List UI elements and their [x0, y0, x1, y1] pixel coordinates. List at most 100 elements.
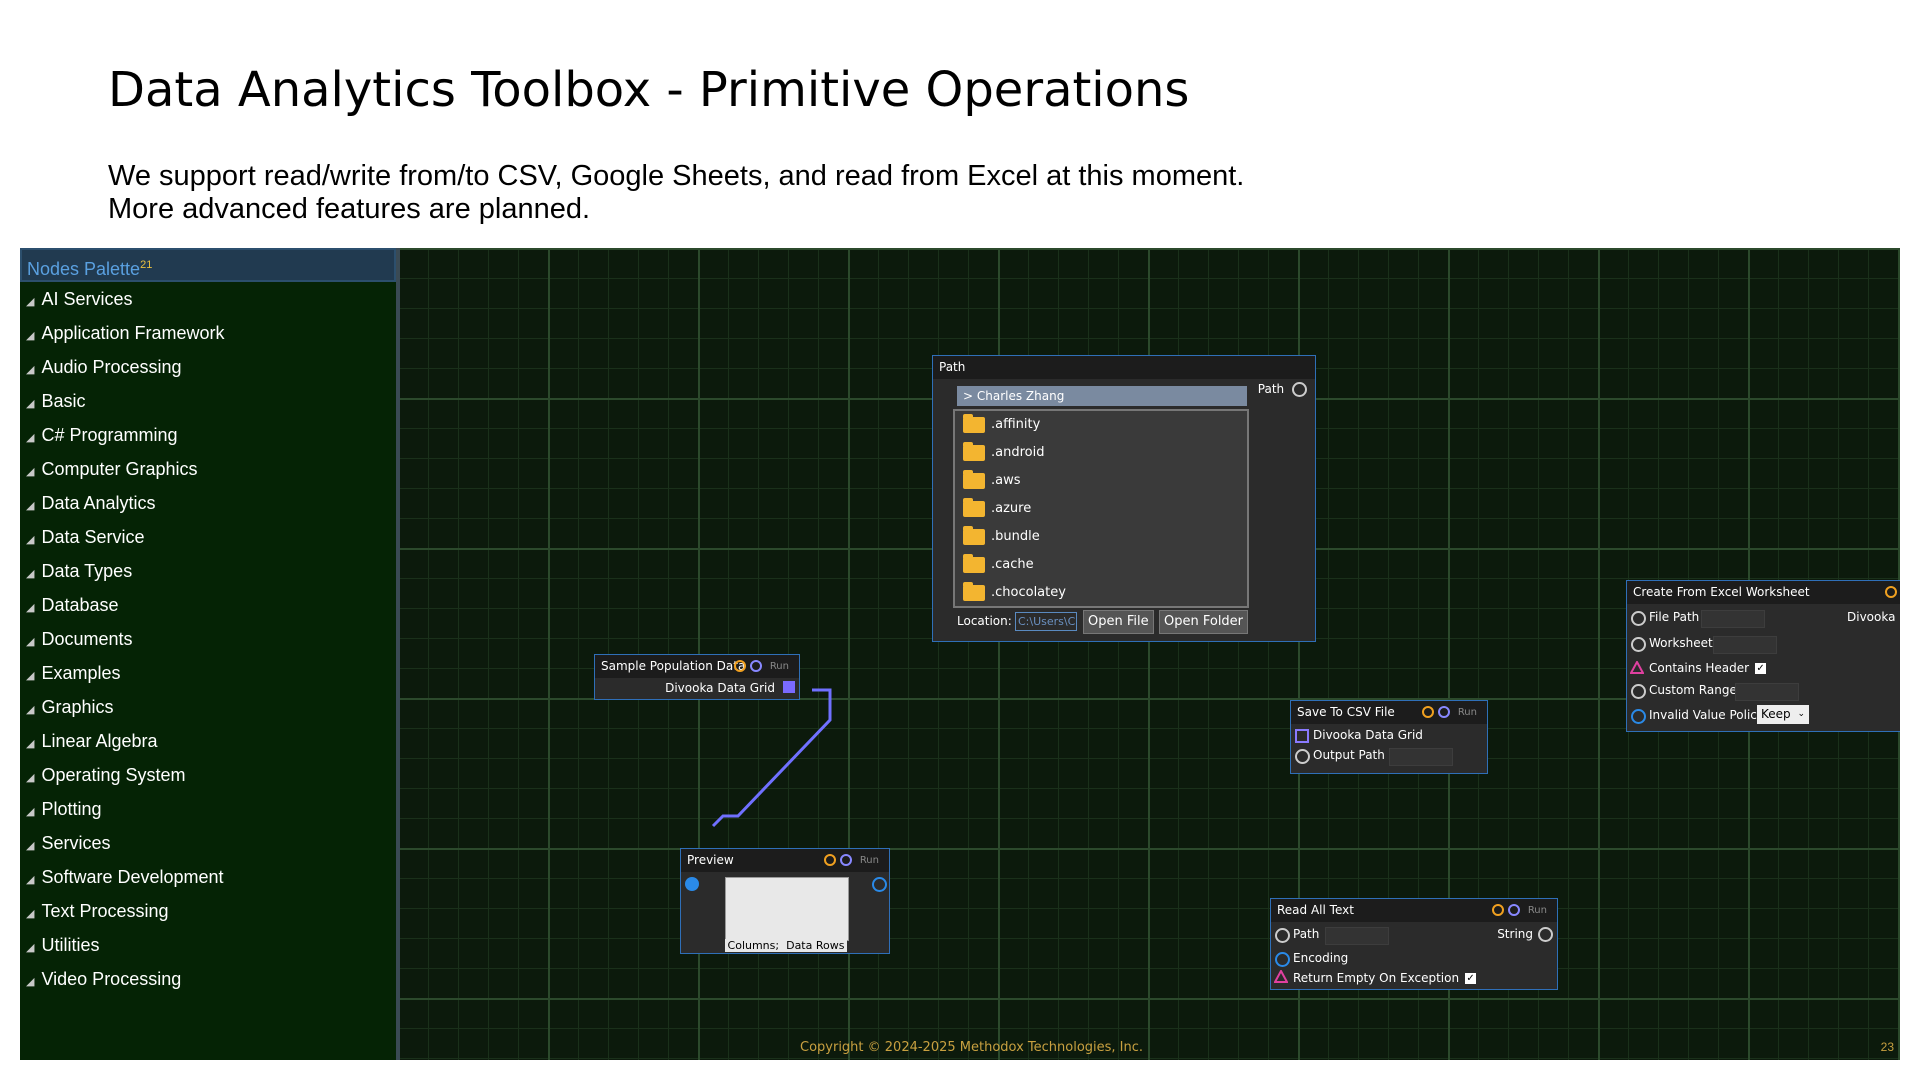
- file-list-item[interactable]: .affinity: [955, 411, 1247, 439]
- palette-item[interactable]: ◢ Text Processing: [20, 894, 396, 928]
- node-header[interactable]: Read All Text Run: [1271, 899, 1557, 922]
- expand-triangle-icon[interactable]: ◢: [26, 523, 34, 557]
- expand-triangle-icon[interactable]: ◢: [26, 489, 34, 523]
- palette-item[interactable]: ◢ Basic: [20, 384, 396, 418]
- save-csv-node[interactable]: Save To CSV File Run Divooka Data Grid Ou…: [1290, 700, 1488, 774]
- file-list-item[interactable]: .cache: [955, 551, 1247, 579]
- location-input[interactable]: C:\Users\C: [1015, 612, 1077, 631]
- palette-item[interactable]: ◢ Plotting: [20, 792, 396, 826]
- status-circle-icon[interactable]: [1491, 904, 1504, 916]
- palette-item[interactable]: ◢ Services: [20, 826, 396, 860]
- open-folder-button[interactable]: Open Folder: [1159, 610, 1249, 634]
- path-field[interactable]: [1325, 927, 1389, 945]
- checkbox-checked-icon[interactable]: ✓: [1465, 973, 1477, 984]
- file-path-field[interactable]: [1701, 610, 1765, 628]
- custom-range-field[interactable]: [1735, 683, 1799, 701]
- palette-item[interactable]: ◢ Utilities: [20, 928, 396, 962]
- expand-triangle-icon[interactable]: ◢: [26, 557, 34, 591]
- sample-population-node[interactable]: Sample Population Data Run Divooka Data G…: [594, 654, 800, 700]
- file-list[interactable]: .affinity .android .aws .azure .bundle .…: [953, 409, 1249, 608]
- expand-triangle-icon[interactable]: ◢: [26, 659, 34, 693]
- expand-triangle-icon[interactable]: ◢: [26, 965, 34, 999]
- input-port-icon[interactable]: [1631, 611, 1646, 626]
- expand-triangle-icon[interactable]: ◢: [26, 897, 34, 931]
- output-path-field[interactable]: [1389, 748, 1453, 766]
- input-port-icon[interactable]: [1275, 952, 1290, 967]
- palette-item[interactable]: ◢ AI Services: [20, 282, 396, 316]
- palette-item[interactable]: ◢ Linear Algebra: [20, 724, 396, 758]
- input-port-icon[interactable]: [685, 877, 699, 891]
- palette-item[interactable]: ◢ Computer Graphics: [20, 452, 396, 486]
- palette-item[interactable]: ◢ Operating System: [20, 758, 396, 792]
- status-circle-icon[interactable]: [1421, 706, 1434, 718]
- invalid-value-policy-select[interactable]: Keep ⌄: [1757, 705, 1809, 724]
- triangle-port-icon[interactable]: [1274, 970, 1288, 983]
- palette-item[interactable]: ◢ Documents: [20, 622, 396, 656]
- expand-triangle-icon[interactable]: ◢: [26, 455, 34, 489]
- status-circle-icon[interactable]: [839, 854, 852, 866]
- checkbox-checked-icon[interactable]: ✓: [1755, 663, 1767, 674]
- file-list-item[interactable]: .aws: [955, 467, 1247, 495]
- expand-triangle-icon[interactable]: ◢: [26, 625, 34, 659]
- file-list-item[interactable]: .chocolatey: [955, 579, 1247, 606]
- input-port-icon[interactable]: [1275, 928, 1290, 943]
- palette-item[interactable]: ◢ Application Framework: [20, 316, 396, 350]
- expand-triangle-icon[interactable]: ◢: [26, 931, 34, 965]
- expand-triangle-icon[interactable]: ◢: [26, 863, 34, 897]
- status-circle-icon[interactable]: [749, 660, 762, 672]
- status-circle-icon[interactable]: [1885, 586, 1897, 598]
- status-circle-icon[interactable]: [733, 660, 746, 672]
- run-button[interactable]: Run: [1528, 905, 1547, 916]
- output-port-icon[interactable]: [872, 877, 887, 892]
- input-port-icon[interactable]: [1631, 684, 1646, 699]
- palette-item[interactable]: ◢ Graphics: [20, 690, 396, 724]
- status-circle-icon[interactable]: [823, 854, 836, 866]
- expand-triangle-icon[interactable]: ◢: [26, 319, 34, 353]
- node-header[interactable]: Sample Population Data Run: [595, 655, 799, 678]
- breadcrumb[interactable]: > Charles Zhang: [957, 386, 1247, 406]
- expand-triangle-icon[interactable]: ◢: [26, 387, 34, 421]
- run-button[interactable]: Run: [1458, 707, 1477, 718]
- open-file-button[interactable]: Open File: [1083, 610, 1154, 634]
- excel-worksheet-node[interactable]: Create From Excel Worksheet File Path Di…: [1626, 580, 1900, 732]
- node-canvas[interactable]: Path Path > Charles Zhang .affinity .and…: [400, 248, 1900, 1060]
- output-port-icon[interactable]: [1292, 382, 1307, 397]
- expand-triangle-icon[interactable]: ◢: [26, 829, 34, 863]
- preview-node[interactable]: Preview Run Columns; Data Rows: [680, 848, 890, 954]
- palette-item[interactable]: ◢ Examples: [20, 656, 396, 690]
- node-header[interactable]: Save To CSV File Run: [1291, 701, 1487, 724]
- status-circle-icon[interactable]: [1437, 706, 1450, 718]
- file-list-item[interactable]: .bundle: [955, 523, 1247, 551]
- status-circle-icon[interactable]: [1507, 904, 1520, 916]
- node-header[interactable]: Preview Run: [681, 849, 889, 872]
- expand-triangle-icon[interactable]: ◢: [26, 285, 34, 319]
- palette-item[interactable]: ◢ Data Service: [20, 520, 396, 554]
- triangle-port-icon[interactable]: [1630, 661, 1644, 674]
- output-port-icon[interactable]: [1538, 927, 1553, 942]
- expand-triangle-icon[interactable]: ◢: [26, 693, 34, 727]
- input-port-icon[interactable]: [1631, 709, 1646, 724]
- palette-item[interactable]: ◢ Data Analytics: [20, 486, 396, 520]
- expand-triangle-icon[interactable]: ◢: [26, 353, 34, 387]
- file-list-item[interactable]: .azure: [955, 495, 1247, 523]
- palette-item[interactable]: ◢ Software Development: [20, 860, 396, 894]
- palette-item[interactable]: ◢ Data Types: [20, 554, 396, 588]
- run-button[interactable]: Run: [860, 855, 879, 866]
- expand-triangle-icon[interactable]: ◢: [26, 761, 34, 795]
- palette-item[interactable]: ◢ Video Processing: [20, 962, 396, 996]
- input-port-icon[interactable]: [1631, 637, 1646, 652]
- path-node[interactable]: Path Path > Charles Zhang .affinity .and…: [932, 355, 1316, 642]
- palette-item[interactable]: ◢ C# Programming: [20, 418, 396, 452]
- read-all-text-node[interactable]: Read All Text Run Path String Encoding Re…: [1270, 898, 1558, 990]
- expand-triangle-icon[interactable]: ◢: [26, 727, 34, 761]
- input-port-icon[interactable]: [1295, 749, 1310, 764]
- file-list-item[interactable]: .android: [955, 439, 1247, 467]
- expand-triangle-icon[interactable]: ◢: [26, 591, 34, 625]
- grid-input-port-icon[interactable]: [1295, 729, 1309, 743]
- palette-item[interactable]: ◢ Database: [20, 588, 396, 622]
- palette-item[interactable]: ◢ Audio Processing: [20, 350, 396, 384]
- run-button[interactable]: Run: [770, 661, 789, 672]
- connection-wire[interactable]: [711, 688, 832, 828]
- node-header[interactable]: Create From Excel Worksheet: [1627, 581, 1900, 604]
- palette-header[interactable]: Nodes Palette21: [20, 248, 396, 282]
